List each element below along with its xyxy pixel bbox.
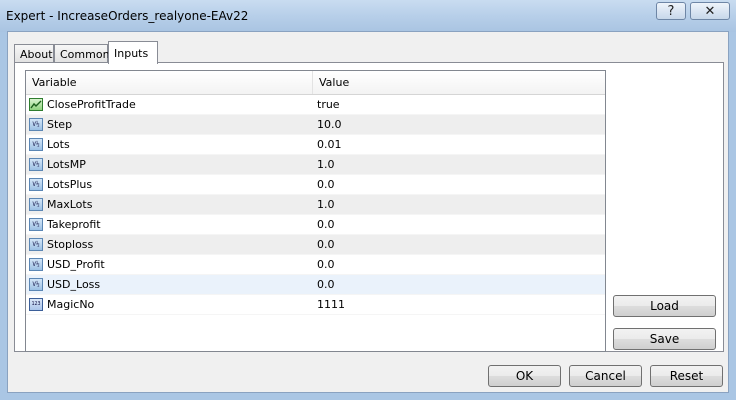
variable-cell[interactable]: V½ LotsPlus — [26, 178, 313, 191]
table-row[interactable]: V½ MaxLots 1.0 — [26, 195, 605, 215]
variable-name: Takeprofit — [47, 218, 101, 231]
table-row[interactable]: V½ USD_Loss 0.0 — [26, 275, 605, 295]
variable-name: CloseProfitTrade — [47, 98, 136, 111]
variable-name: LotsMP — [47, 158, 86, 171]
table-row[interactable]: V½ Takeprofit 0.0 — [26, 215, 605, 235]
variable-name: LotsPlus — [47, 178, 93, 191]
double-icon: V½ — [29, 238, 43, 251]
integer-icon: 123 — [29, 298, 43, 311]
help-button[interactable]: ? — [656, 2, 686, 20]
bool-icon — [29, 98, 43, 111]
double-icon: V½ — [29, 198, 43, 211]
tab-inputs[interactable]: Inputs — [108, 41, 158, 64]
double-icon: V½ — [29, 138, 43, 151]
variable-cell[interactable]: CloseProfitTrade — [26, 98, 313, 111]
tab-about-label: About — [20, 48, 53, 61]
value-cell[interactable]: 10.0 — [313, 118, 342, 131]
tab-about[interactable]: About — [14, 44, 54, 63]
column-header-value[interactable]: Value — [313, 71, 349, 94]
value-cell[interactable]: 0.0 — [313, 178, 335, 191]
value-cell[interactable]: 1111 — [313, 298, 345, 311]
variable-cell[interactable]: V½ Step — [26, 118, 313, 131]
grid-header: Variable Value — [26, 71, 605, 95]
variable-cell[interactable]: V½ Stoploss — [26, 238, 313, 251]
double-icon: V½ — [29, 118, 43, 131]
table-row[interactable]: V½ USD_Profit 0.0 — [26, 255, 605, 275]
table-row[interactable]: CloseProfitTrade true — [26, 95, 605, 115]
variable-name: MaxLots — [47, 198, 93, 211]
table-row[interactable]: V½ LotsMP 1.0 — [26, 155, 605, 175]
table-row[interactable]: 123 MagicNo 1111 — [26, 295, 605, 315]
tab-common-label: Common — [60, 48, 110, 61]
double-icon: V½ — [29, 158, 43, 171]
value-cell[interactable]: 0.0 — [313, 238, 335, 251]
double-icon: V½ — [29, 258, 43, 271]
load-button[interactable]: Load — [613, 295, 716, 317]
variable-cell[interactable]: V½ USD_Loss — [26, 278, 313, 291]
close-icon: ✕ — [704, 3, 716, 19]
variable-name: Lots — [47, 138, 70, 151]
value-cell[interactable]: 0.0 — [313, 218, 335, 231]
variable-cell[interactable]: V½ LotsMP — [26, 158, 313, 171]
variable-cell[interactable]: V½ MaxLots — [26, 198, 313, 211]
ok-button[interactable]: OK — [488, 365, 561, 387]
inputs-panel: Variable Value CloseProfitTrade true V½ Ste… — [14, 62, 724, 352]
double-icon: V½ — [29, 218, 43, 231]
variable-cell[interactable]: 123 MagicNo — [26, 298, 313, 311]
variable-cell[interactable]: V½ USD_Profit — [26, 258, 313, 271]
value-cell[interactable]: true — [313, 98, 340, 111]
double-icon: V½ — [29, 178, 43, 191]
help-icon: ? — [667, 3, 675, 19]
cancel-button[interactable]: Cancel — [569, 365, 642, 387]
tab-common[interactable]: Common — [54, 44, 110, 63]
variable-name: MagicNo — [47, 298, 95, 311]
table-row[interactable]: V½ Lots 0.01 — [26, 135, 605, 155]
value-cell[interactable]: 0.01 — [313, 138, 342, 151]
tab-inputs-label: Inputs — [114, 47, 149, 60]
value-cell[interactable]: 1.0 — [313, 198, 335, 211]
table-row[interactable]: V½ Step 10.0 — [26, 115, 605, 135]
window-title: Expert - IncreaseOrders_realyone-EAv22 — [6, 9, 249, 23]
grid-rows: CloseProfitTrade true V½ Step 10.0 V½ Lots 0.01… — [26, 95, 605, 315]
table-row[interactable]: V½ LotsPlus 0.0 — [26, 175, 605, 195]
variable-name: Step — [47, 118, 73, 131]
title-bar[interactable]: Expert - IncreaseOrders_realyone-EAv22 ?… — [0, 0, 736, 32]
save-button-label: Save — [649, 332, 680, 346]
double-icon: V½ — [29, 278, 43, 291]
value-cell[interactable]: 0.0 — [313, 278, 335, 291]
value-cell[interactable]: 0.0 — [313, 258, 335, 271]
reset-button[interactable]: Reset — [650, 365, 723, 387]
variable-name: USD_Profit — [47, 258, 105, 271]
close-button[interactable]: ✕ — [690, 2, 730, 20]
value-cell[interactable]: 1.0 — [313, 158, 335, 171]
ok-button-label: OK — [515, 369, 534, 383]
reset-button-label: Reset — [669, 369, 704, 383]
column-header-variable[interactable]: Variable — [26, 71, 313, 94]
variable-name: USD_Loss — [47, 278, 101, 291]
variable-name: Stoploss — [47, 238, 94, 251]
variable-cell[interactable]: V½ Lots — [26, 138, 313, 151]
load-button-label: Load — [650, 299, 679, 313]
save-button[interactable]: Save — [613, 328, 716, 350]
inputs-grid: Variable Value CloseProfitTrade true V½ Ste… — [25, 70, 606, 352]
table-row[interactable]: V½ Stoploss 0.0 — [26, 235, 605, 255]
dialog-body: About Common Inputs Variable Value Close… — [7, 31, 729, 393]
cancel-button-label: Cancel — [585, 369, 626, 383]
variable-cell[interactable]: V½ Takeprofit — [26, 218, 313, 231]
